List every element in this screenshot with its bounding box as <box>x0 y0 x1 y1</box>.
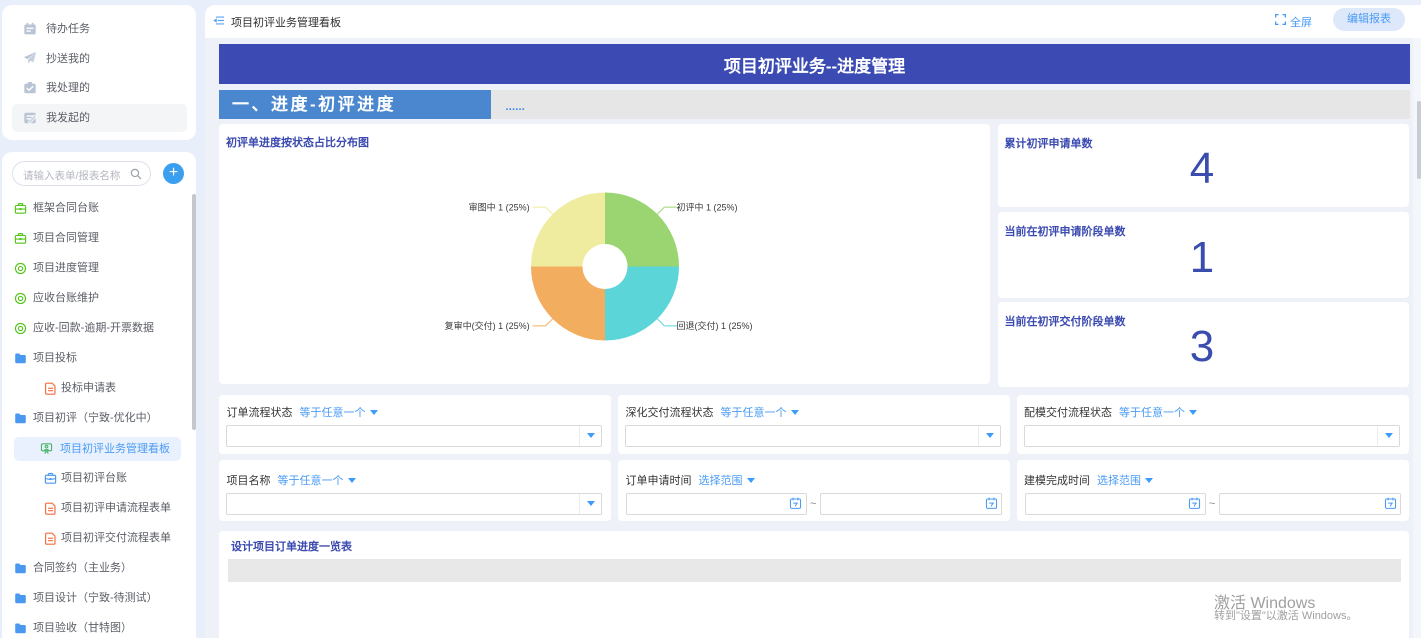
svg-text:审图中 1 (25%): 审图中 1 (25%) <box>469 201 530 212</box>
svg-text:初评中 1 (25%): 初评中 1 (25%) <box>677 201 738 212</box>
svg-text:回退(交付) 1 (25%): 回退(交付) 1 (25%) <box>677 320 753 331</box>
svg-text:复审中(交付) 1 (25%): 复审中(交付) 1 (25%) <box>445 320 530 331</box>
